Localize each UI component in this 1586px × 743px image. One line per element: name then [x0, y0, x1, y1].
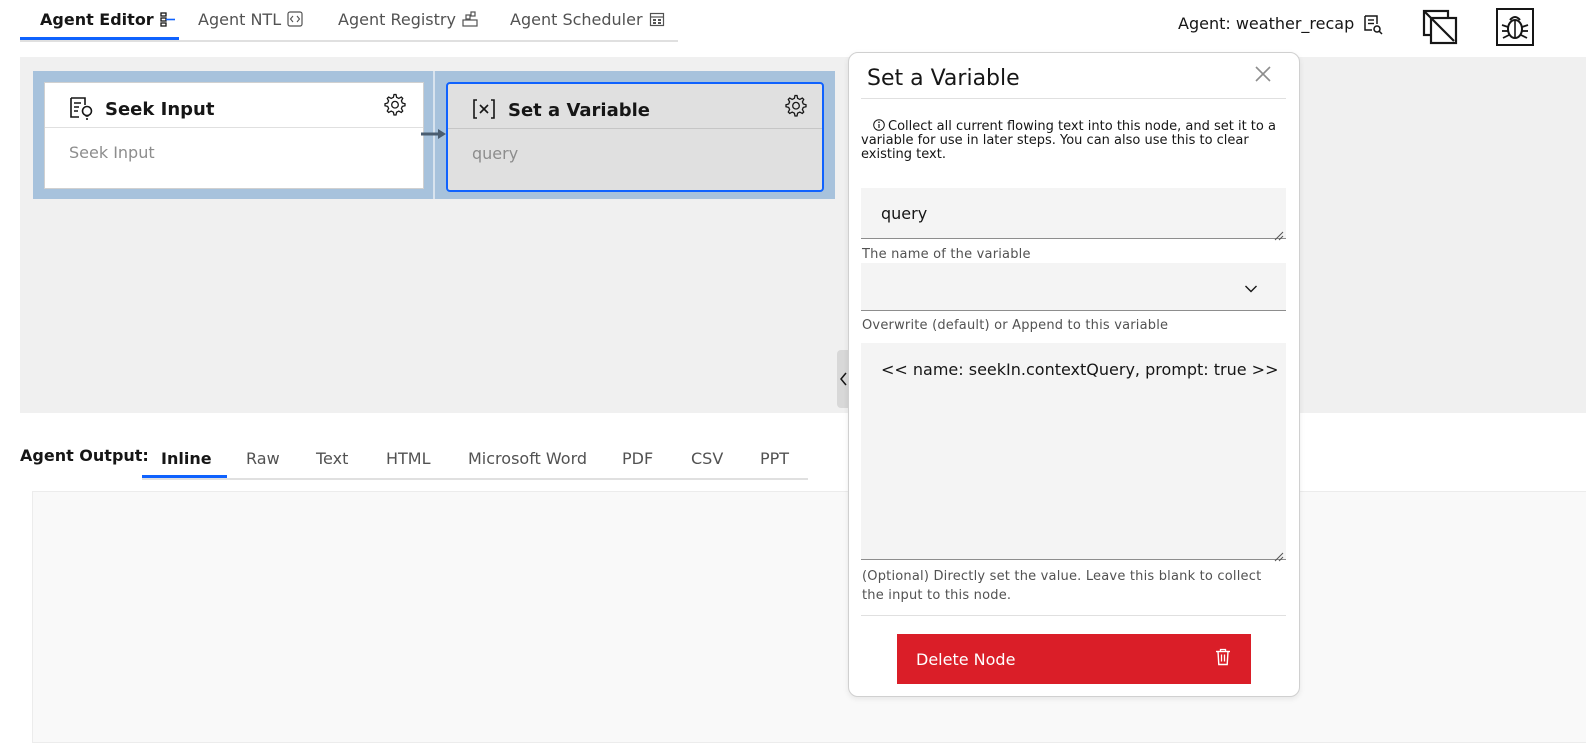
tab-label: Agent Editor	[40, 9, 154, 29]
panel-title: Set a Variable	[867, 66, 1020, 91]
node-divider	[45, 127, 423, 128]
trash-icon	[1215, 648, 1231, 670]
tab-agent-registry[interactable]: Agent Registry	[338, 0, 478, 38]
tab-text[interactable]: Text	[316, 440, 348, 476]
top-tab-bar: Agent Editor Agent NTL Agent Registry Ag…	[20, 0, 678, 42]
agent-name-label: Agent: weather_recap	[1178, 14, 1355, 33]
variable-name-label: The name of the variable	[862, 247, 1031, 262]
debug-icon[interactable]	[1496, 8, 1534, 46]
resize-grip-icon[interactable]	[1274, 547, 1284, 562]
node-title: Set a Variable	[508, 100, 651, 121]
tab-csv[interactable]: CSV	[691, 440, 723, 476]
info-icon	[873, 119, 885, 131]
agent-output-label: Agent Output:	[20, 446, 149, 465]
variable-name-value: query	[881, 204, 928, 223]
tab-label: Agent Registry	[338, 9, 456, 29]
node-seek-input[interactable]: Seek Input Seek Input	[44, 82, 424, 189]
node-set-a-variable[interactable]: Set a Variable query	[446, 82, 824, 192]
tab-ppt[interactable]: PPT	[760, 440, 789, 476]
gear-icon[interactable]	[383, 93, 407, 117]
mode-select-label: Overwrite (default) or Append to this va…	[862, 318, 1169, 333]
connector-arrow	[421, 126, 447, 140]
node-title: Seek Input	[105, 99, 215, 120]
panel-divider	[861, 615, 1286, 616]
node-divider	[448, 128, 822, 129]
value-textarea[interactable]: << name: seekIn.contextQuery, prompt: tr…	[861, 343, 1286, 562]
node-subtitle: Seek Input	[69, 143, 155, 162]
tab-raw[interactable]: Raw	[246, 440, 280, 476]
tab-agent-editor[interactable]: Agent Editor	[40, 0, 176, 38]
calendar-icon	[649, 11, 665, 27]
output-tab-bar: Inline Raw Text HTML Microsoft Word PDF …	[142, 440, 808, 480]
resize-grip-icon[interactable]	[1274, 226, 1284, 241]
delete-node-button[interactable]: Delete Node	[897, 634, 1251, 684]
node-subtitle: query	[472, 144, 519, 163]
tab-inline[interactable]: Inline	[161, 440, 212, 476]
tab-pdf[interactable]: PDF	[622, 440, 653, 476]
tab-html[interactable]: HTML	[386, 440, 431, 476]
registry-icon	[462, 11, 478, 27]
tab-agent-ntl[interactable]: Agent NTL	[198, 0, 303, 38]
panel-description: Collect all current flowing text into th…	[861, 119, 1281, 162]
delete-node-label: Delete Node	[916, 649, 1016, 669]
active-output-tab-indicator	[142, 475, 227, 478]
tab-microsoft-word[interactable]: Microsoft Word	[468, 440, 587, 476]
seek-input-icon	[69, 96, 95, 122]
code-icon	[287, 11, 303, 27]
gear-icon[interactable]	[784, 94, 808, 118]
variable-icon	[472, 97, 496, 121]
mode-select[interactable]	[861, 263, 1286, 311]
value-text: << name: seekIn.contextQuery, prompt: tr…	[881, 360, 1279, 379]
active-tab-indicator	[20, 37, 179, 40]
agent-output-area[interactable]	[32, 491, 1586, 743]
panel-divider	[861, 98, 1286, 99]
deploy-icon[interactable]	[1421, 8, 1459, 46]
value-label: (Optional) Directly set the value. Leave…	[862, 569, 1262, 603]
variable-name-field[interactable]: query	[861, 188, 1286, 241]
document-search-icon[interactable]	[1362, 14, 1384, 36]
flow-icon	[160, 11, 176, 27]
close-icon[interactable]	[1253, 64, 1273, 84]
chevron-down-icon	[1244, 279, 1258, 293]
tab-label: Agent Scheduler	[510, 9, 643, 29]
tab-label: Agent NTL	[198, 9, 282, 29]
tab-agent-scheduler[interactable]: Agent Scheduler	[510, 0, 665, 38]
description-text: Collect all current flowing text into th…	[861, 119, 1276, 162]
